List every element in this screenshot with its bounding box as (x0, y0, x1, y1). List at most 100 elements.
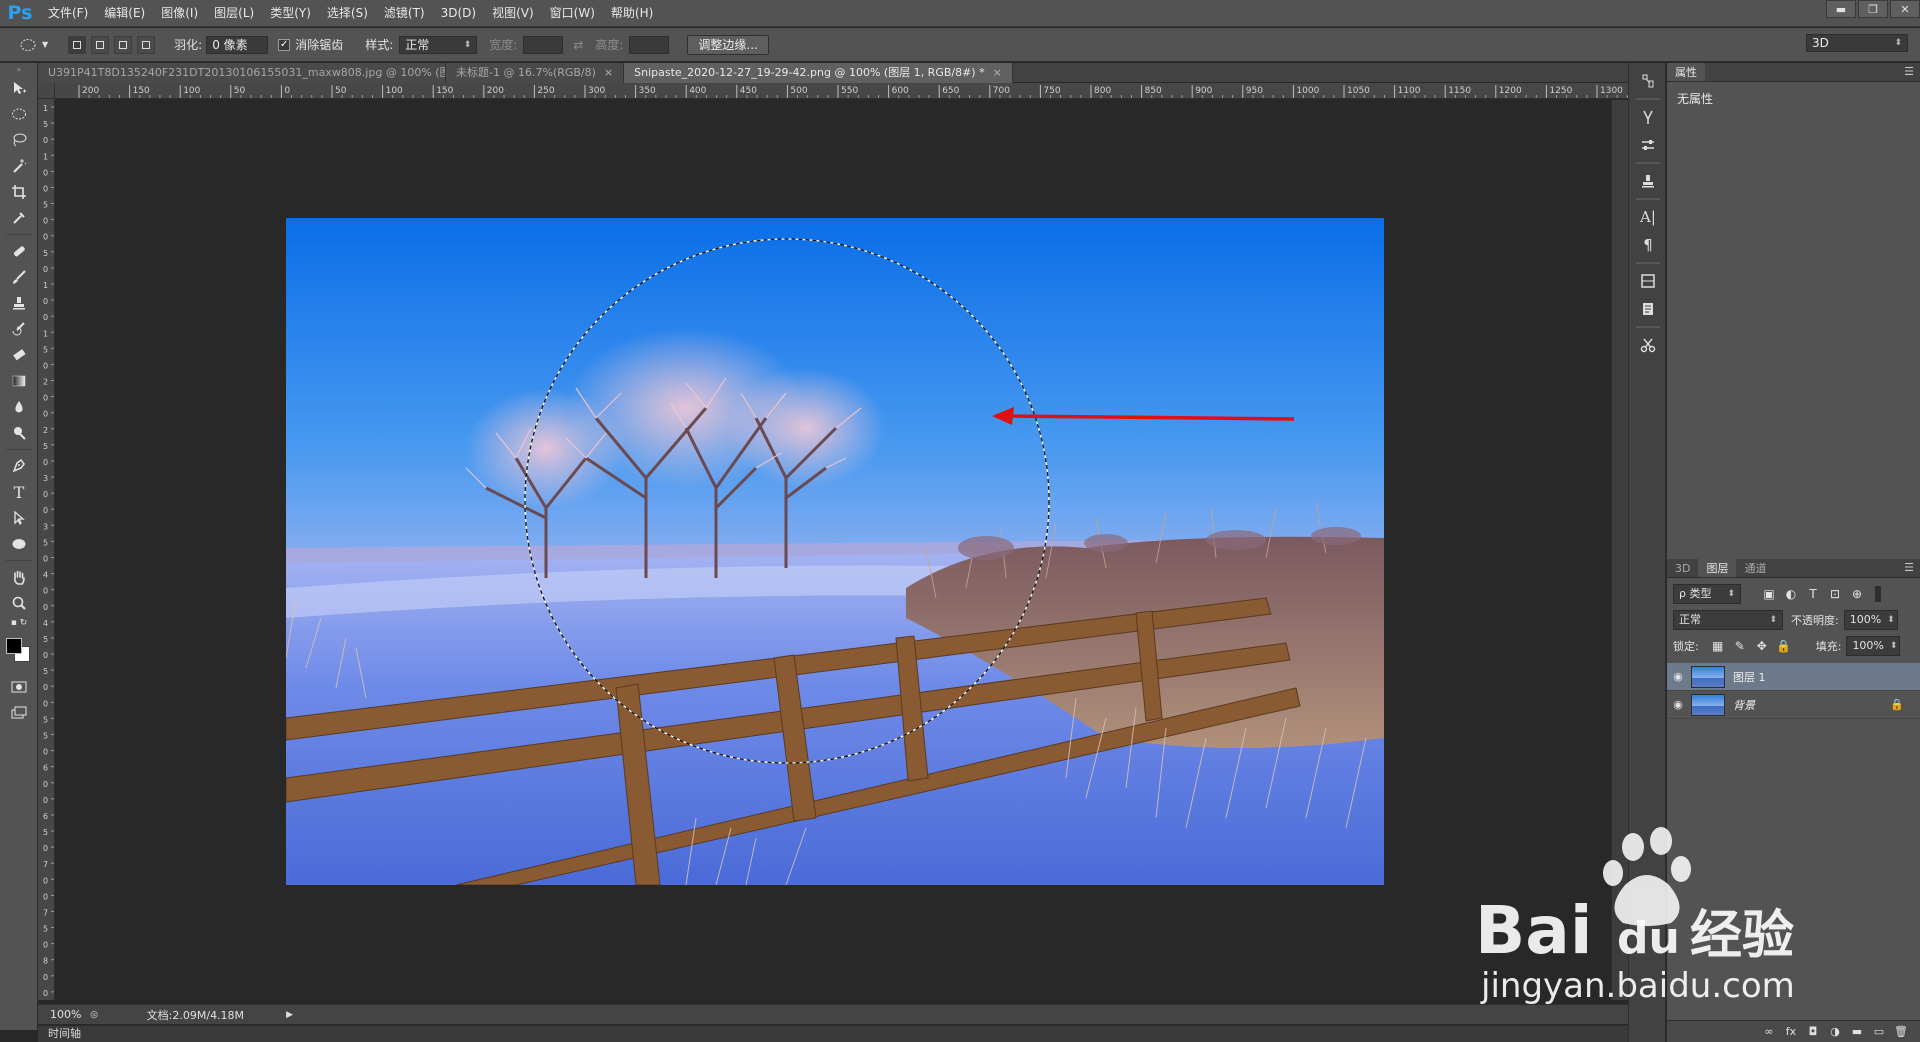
tab-3d[interactable]: 3D (1667, 559, 1698, 577)
panel-menu-icon[interactable]: ☰ (1904, 65, 1914, 78)
tool-preset-picker[interactable]: ▼ (20, 38, 48, 52)
status-info-icon[interactable]: ⊛ (89, 1008, 98, 1021)
layer-style-icon[interactable]: fx (1780, 1025, 1802, 1038)
eye-icon[interactable]: ◉ (1667, 670, 1689, 683)
tab-layers[interactable]: 图层 (1698, 559, 1737, 577)
lock-transparent-icon[interactable]: ▦ (1710, 638, 1726, 654)
height-input[interactable] (629, 35, 670, 54)
zoom-tool[interactable] (0, 590, 38, 616)
layer-row[interactable]: ◉ 图层 1 (1667, 663, 1920, 691)
new-layer-icon[interactable]: ▭ (1868, 1025, 1890, 1038)
foreground-color[interactable] (6, 638, 22, 654)
brush-tool[interactable] (0, 264, 38, 290)
lock-position-icon[interactable]: ✥ (1754, 638, 1770, 654)
path-selection-tool[interactable] (0, 505, 38, 531)
color-swatches[interactable] (0, 630, 38, 674)
workspace-select[interactable]: 3D (1806, 34, 1908, 52)
horizontal-ruler[interactable]: 200 150 100 50 0 50 100 150 200 250 300 350 400 450 50… (55, 83, 1628, 99)
restore-button[interactable]: ❐ (1858, 0, 1888, 18)
eye-icon[interactable]: ◉ (1667, 698, 1689, 711)
menu-edit[interactable]: 编辑(E) (96, 0, 153, 27)
close-window-button[interactable]: ✕ (1890, 0, 1920, 18)
style-select[interactable]: 正常 (399, 35, 478, 54)
history-panel-icon[interactable] (1629, 67, 1667, 95)
elliptical-marquee-tool[interactable] (0, 101, 38, 127)
canvas-viewport[interactable] (56, 100, 1611, 1000)
filter-toggle[interactable] (1875, 586, 1881, 602)
tab-document-3[interactable]: Snipaste_2020-12-27_19-29-42.png @ 100% … (624, 63, 1013, 83)
delete-layer-icon[interactable]: 🗑 (1890, 1025, 1912, 1038)
swap-dimensions-icon[interactable]: ⇄ (573, 38, 583, 52)
new-selection-button[interactable] (68, 35, 87, 54)
move-tool[interactable] (0, 75, 38, 101)
quick-mask-button[interactable] (0, 674, 38, 700)
pixel-filter-icon[interactable]: ▣ (1761, 586, 1777, 602)
layer-filter-select[interactable]: ρ 类型 (1673, 584, 1741, 604)
adjustments-panel-icon[interactable] (1629, 131, 1667, 159)
opacity-input[interactable]: 100% (1843, 610, 1898, 630)
adjustment-filter-icon[interactable]: ◐ (1783, 586, 1799, 602)
intersect-selection-button[interactable] (137, 35, 156, 54)
clone-source-panel-icon[interactable] (1629, 167, 1667, 195)
menu-window[interactable]: 窗口(W) (542, 0, 603, 27)
timeline-panel-tab[interactable]: 时间轴 (38, 1025, 1628, 1042)
clone-stamp-tool[interactable] (0, 290, 38, 316)
screen-mode-button[interactable] (0, 700, 38, 726)
close-tab-icon[interactable]: × (993, 66, 1002, 79)
subtract-selection-button[interactable] (114, 35, 133, 54)
lasso-tool[interactable] (0, 127, 38, 153)
menu-image[interactable]: 图像(I) (153, 0, 206, 27)
notes-panel-icon[interactable] (1629, 295, 1667, 323)
tab-properties[interactable]: 属性 (1667, 63, 1705, 81)
type-tool[interactable]: T (0, 479, 38, 505)
smart-object-filter-icon[interactable]: ⊕ (1849, 586, 1865, 602)
refine-edge-button[interactable]: 调整边缘... (687, 34, 769, 55)
canvas-image[interactable] (286, 218, 1384, 885)
menu-filter[interactable]: 滤镜(T) (376, 0, 433, 27)
eraser-tool[interactable] (0, 342, 38, 368)
type-filter-icon[interactable]: T (1805, 586, 1821, 602)
blend-mode-select[interactable]: 正常 (1673, 610, 1783, 630)
add-mask-icon[interactable]: ◘ (1802, 1025, 1824, 1038)
tab-document-1[interactable]: U391P41T8D135240F231DT20130106155031_max… (38, 63, 446, 83)
tab-channels[interactable]: 通道 (1736, 559, 1774, 577)
pen-tool[interactable] (0, 453, 38, 479)
gradient-tool[interactable] (0, 368, 38, 394)
panel-menu-icon[interactable]: ☰ (1904, 561, 1914, 574)
vertical-ruler[interactable]: 1 5 0 1 0 0 5 0 0 5 0 1 0 0 1 5 0 2 0 0 2 5 0 3 0 0 3 5 0 4 0 0 4 5 0 5 0 0 5 5… (38, 99, 55, 1000)
status-menu-arrow-icon[interactable]: ▶ (286, 1010, 293, 1020)
tab-document-2[interactable]: 未标题-1 @ 16.7%(RGB/8) × (446, 63, 625, 83)
hand-tool[interactable] (0, 564, 38, 590)
link-layers-icon[interactable]: ∞ (1758, 1025, 1780, 1038)
magic-wand-tool[interactable] (0, 153, 38, 179)
menu-file[interactable]: 文件(F) (40, 0, 96, 27)
tool-presets-panel-icon[interactable] (1629, 331, 1667, 359)
new-group-icon[interactable]: ▬ (1846, 1025, 1868, 1038)
paragraph-panel-icon[interactable]: ¶ (1629, 231, 1667, 259)
menu-help[interactable]: 帮助(H) (603, 0, 661, 27)
menu-3d[interactable]: 3D(D) (433, 0, 484, 27)
minimize-button[interactable]: ▬ (1826, 0, 1856, 18)
width-input[interactable] (523, 35, 564, 54)
actions-panel-icon[interactable] (1629, 103, 1667, 131)
add-selection-button[interactable] (91, 35, 110, 54)
antialias-checkbox[interactable]: ✓ (278, 38, 291, 51)
layer-comps-panel-icon[interactable] (1629, 267, 1667, 295)
menu-view[interactable]: 视图(V) (484, 0, 542, 27)
character-panel-icon[interactable]: A| (1629, 203, 1667, 231)
feather-input[interactable]: 0 像素 (206, 35, 269, 54)
eyedropper-tool[interactable] (0, 205, 38, 231)
move-tool-icon[interactable]: » (0, 63, 38, 75)
swap-colors-icon[interactable]: ▪ ↻ (0, 616, 38, 630)
blur-tool[interactable] (0, 394, 38, 420)
dodge-tool[interactable] (0, 420, 38, 446)
lock-all-icon[interactable]: 🔒 (1776, 638, 1792, 654)
close-tab-icon[interactable]: × (604, 66, 613, 79)
healing-brush-tool[interactable] (0, 238, 38, 264)
fill-input[interactable]: 100% (1846, 636, 1901, 656)
crop-tool[interactable] (0, 179, 38, 205)
shape-filter-icon[interactable]: ⊡ (1827, 586, 1843, 602)
adjustment-layer-icon[interactable]: ◑ (1824, 1025, 1846, 1038)
vertical-scrollbar[interactable] (1611, 100, 1628, 1000)
layer-row[interactable]: ◉ 背景 🔒 (1667, 691, 1920, 719)
